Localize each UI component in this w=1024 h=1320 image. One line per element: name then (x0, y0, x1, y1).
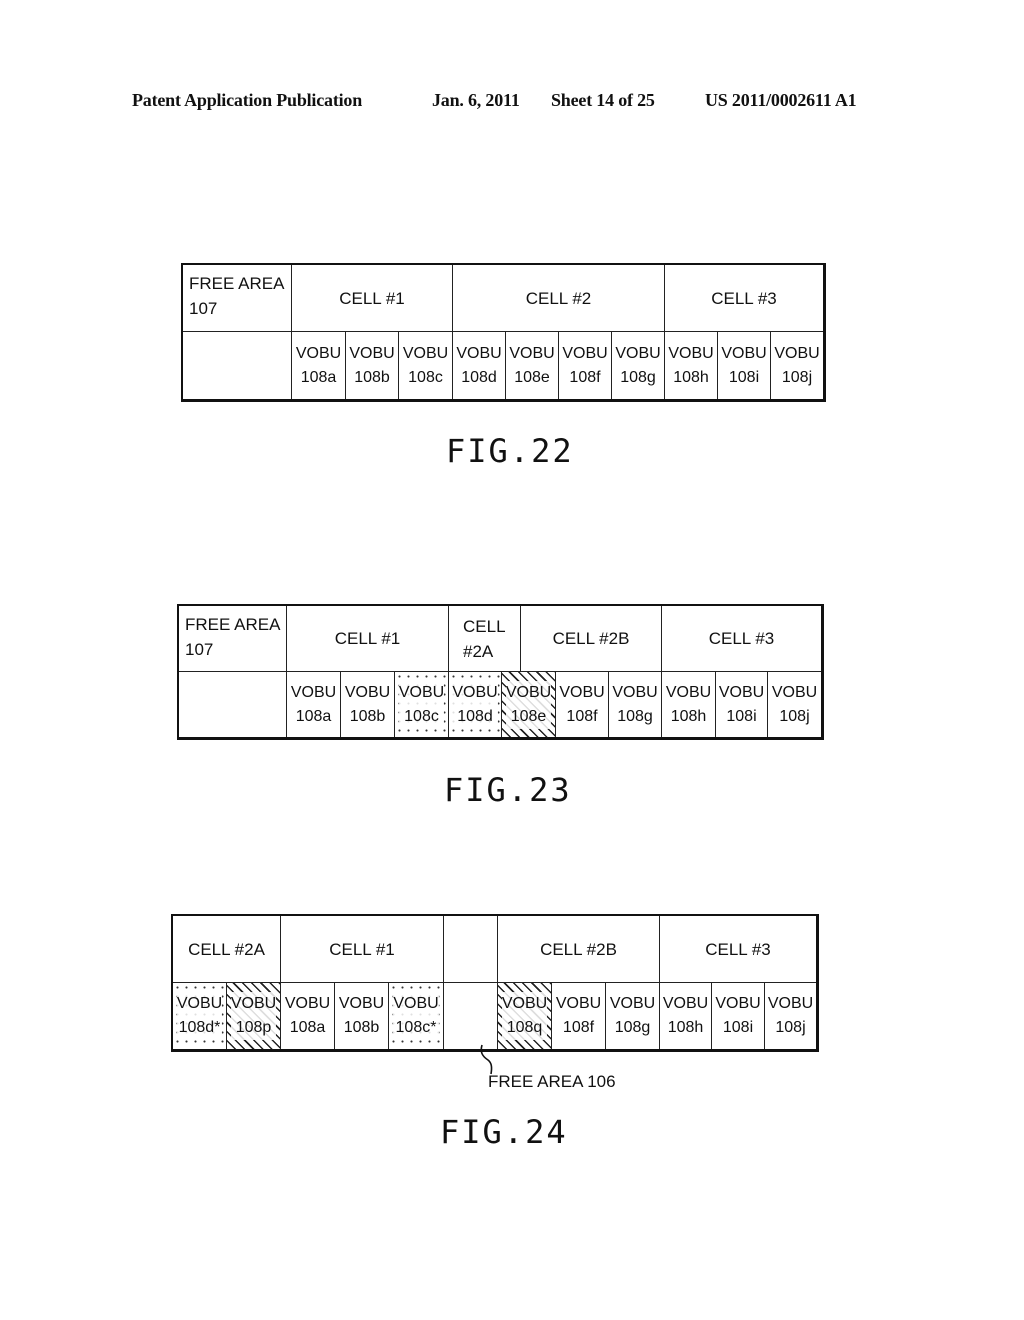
vobu-label: VOBU 108i (721, 344, 767, 386)
free-area-106-label: FREE AREA 106 (488, 1072, 616, 1091)
fig22-cell-1: CELL #1 (292, 265, 453, 332)
vobu-label: VOBU 108a (295, 344, 342, 386)
vobu-label: VOBU 108i (715, 995, 761, 1036)
fig23-vobu-108g: VOBU 108g (609, 672, 662, 737)
fig22-vobu-108h: VOBU 108h (665, 332, 718, 399)
fig23-cell-1: CELL #1 (287, 606, 449, 672)
vobu-label: VOBU 108f (559, 683, 605, 725)
vobu-label: VOBU 108j (767, 995, 814, 1036)
fig24-vobu-108q: VOBU 108q (498, 983, 552, 1049)
vobu-label: VOBU 108b (338, 995, 385, 1036)
fig22-vobu-108g: VOBU 108g (612, 332, 665, 399)
fig24-vobu-108b: VOBU 108b (335, 983, 389, 1049)
fig24-free-area-top (444, 916, 498, 983)
fig23-cell-3: CELL #3 (662, 606, 821, 672)
fig24-vobu-108j: VOBU 108j (765, 983, 816, 1049)
fig23-cell-2a: CELL #2A (449, 606, 521, 672)
vobu-label: VOBU 108q (501, 992, 548, 1040)
vobu-label: VOBU 108a (284, 995, 331, 1036)
vobu-label: VOBU 108f (555, 995, 602, 1036)
fig24-vobu-108f: VOBU 108f (552, 983, 606, 1049)
fig22-vobu-108j: VOBU 108j (771, 332, 823, 399)
vobu-label: VOBU 108e (509, 344, 555, 386)
fig24-vobu-108g: VOBU 108g (606, 983, 660, 1049)
fig22-vobu-108e: VOBU 108e (506, 332, 559, 399)
fig22-vobu-108b: VOBU 108b (346, 332, 399, 399)
vobu-label: VOBU 108j (774, 344, 820, 386)
fig22-free-area-107: FREE AREA 107 (183, 265, 292, 332)
vobu-label: VOBU 108g (612, 683, 658, 725)
fig24-label: FIG.24 (440, 1113, 568, 1151)
fig23-cell-2b: CELL #2B (521, 606, 662, 672)
fig23-vobu-108e: VOBU 108e (502, 672, 556, 737)
vobu-label: VOBU 108d* (176, 992, 223, 1040)
fig22-vobu-108a: VOBU 108a (292, 332, 346, 399)
fig22-vobu-108i: VOBU 108i (718, 332, 771, 399)
fig23-free-area-107: FREE AREA 107 (179, 606, 287, 672)
vobu-label: VOBU 108p (230, 992, 277, 1040)
vobu-label: VOBU 108c (402, 344, 449, 386)
fig24-cell-2a: CELL #2A (173, 916, 281, 983)
vobu-label: VOBU 108g (609, 995, 656, 1036)
fig23-vobu-108c: VOBU 108c (395, 672, 449, 737)
fig23-vobu-108h: VOBU 108h (662, 672, 716, 737)
fig22-diagram: FREE AREA 107 CELL #1 CELL #2 CELL #3 VO… (181, 263, 826, 402)
vobu-label: VOBU 108a (290, 683, 337, 725)
fig24-cell-3: CELL #3 (660, 916, 816, 983)
fig24-vobu-108p: VOBU 108p (227, 983, 281, 1049)
vobu-label: VOBU 108g (615, 344, 661, 386)
vobu-label: VOBU 108d (456, 344, 502, 386)
fig23-vobu-108f: VOBU 108f (556, 672, 609, 737)
fig22-cell-3: CELL #3 (665, 265, 823, 332)
vobu-label: VOBU 108e (505, 680, 552, 729)
vobu-label: VOBU 108c (398, 680, 445, 729)
fig24-vobu-108c-star: VOBU 108c* (389, 983, 444, 1049)
fig23-vobu-108a: VOBU 108a (287, 672, 341, 737)
patent-number: US 2011/0002611 A1 (705, 90, 857, 110)
fig23-vobu-108d: VOBU 108d (449, 672, 502, 737)
fig24-vobu-108d-star: VOBU 108d* (173, 983, 227, 1049)
vobu-label: VOBU 108d (452, 680, 498, 729)
fig22-vobu-108c: VOBU 108c (399, 332, 453, 399)
fig22-vobu-108d: VOBU 108d (453, 332, 506, 399)
fig24-cell-2b: CELL #2B (498, 916, 660, 983)
fig22-vobu-108f: VOBU 108f (559, 332, 612, 399)
fig22-cell-2: CELL #2 (453, 265, 665, 332)
publication-type: Patent Application Publication (132, 90, 363, 110)
fig22-empty (183, 332, 292, 399)
sheet-number: Sheet 14 of 25 (551, 90, 655, 110)
fig23-label: FIG.23 (444, 771, 572, 809)
vobu-label: VOBU 108h (662, 995, 709, 1036)
vobu-label: VOBU 108b (344, 683, 391, 725)
fig23-empty (179, 672, 287, 737)
vobu-label: VOBU 108f (562, 344, 608, 386)
vobu-label: VOBU 108c* (393, 992, 439, 1040)
vobu-label: VOBU 108i (718, 683, 765, 725)
vobu-label: VOBU 108h (668, 344, 714, 386)
vobu-label: VOBU 108h (665, 683, 712, 725)
fig23-vobu-108i: VOBU 108i (716, 672, 768, 737)
fig23-vobu-108j: VOBU 108j (768, 672, 821, 737)
fig24-vobu-108i: VOBU 108i (712, 983, 765, 1049)
fig23-diagram: FREE AREA 107 CELL #1 CELL #2A CELL #2B … (177, 604, 824, 740)
fig24-vobu-108h: VOBU 108h (660, 983, 712, 1049)
fig22-label: FIG.22 (446, 432, 574, 470)
vobu-label: VOBU 108j (771, 683, 818, 725)
fig24-vobu-108a: VOBU 108a (281, 983, 335, 1049)
fig24-diagram: CELL #2A CELL #1 CELL #2B CELL #3 VOBU 1… (171, 914, 819, 1052)
vobu-label: VOBU 108b (349, 344, 395, 386)
fig24-cell-1: CELL #1 (281, 916, 444, 983)
fig23-vobu-108b: VOBU 108b (341, 672, 395, 737)
publication-date: Jan. 6, 2011 (432, 90, 520, 110)
